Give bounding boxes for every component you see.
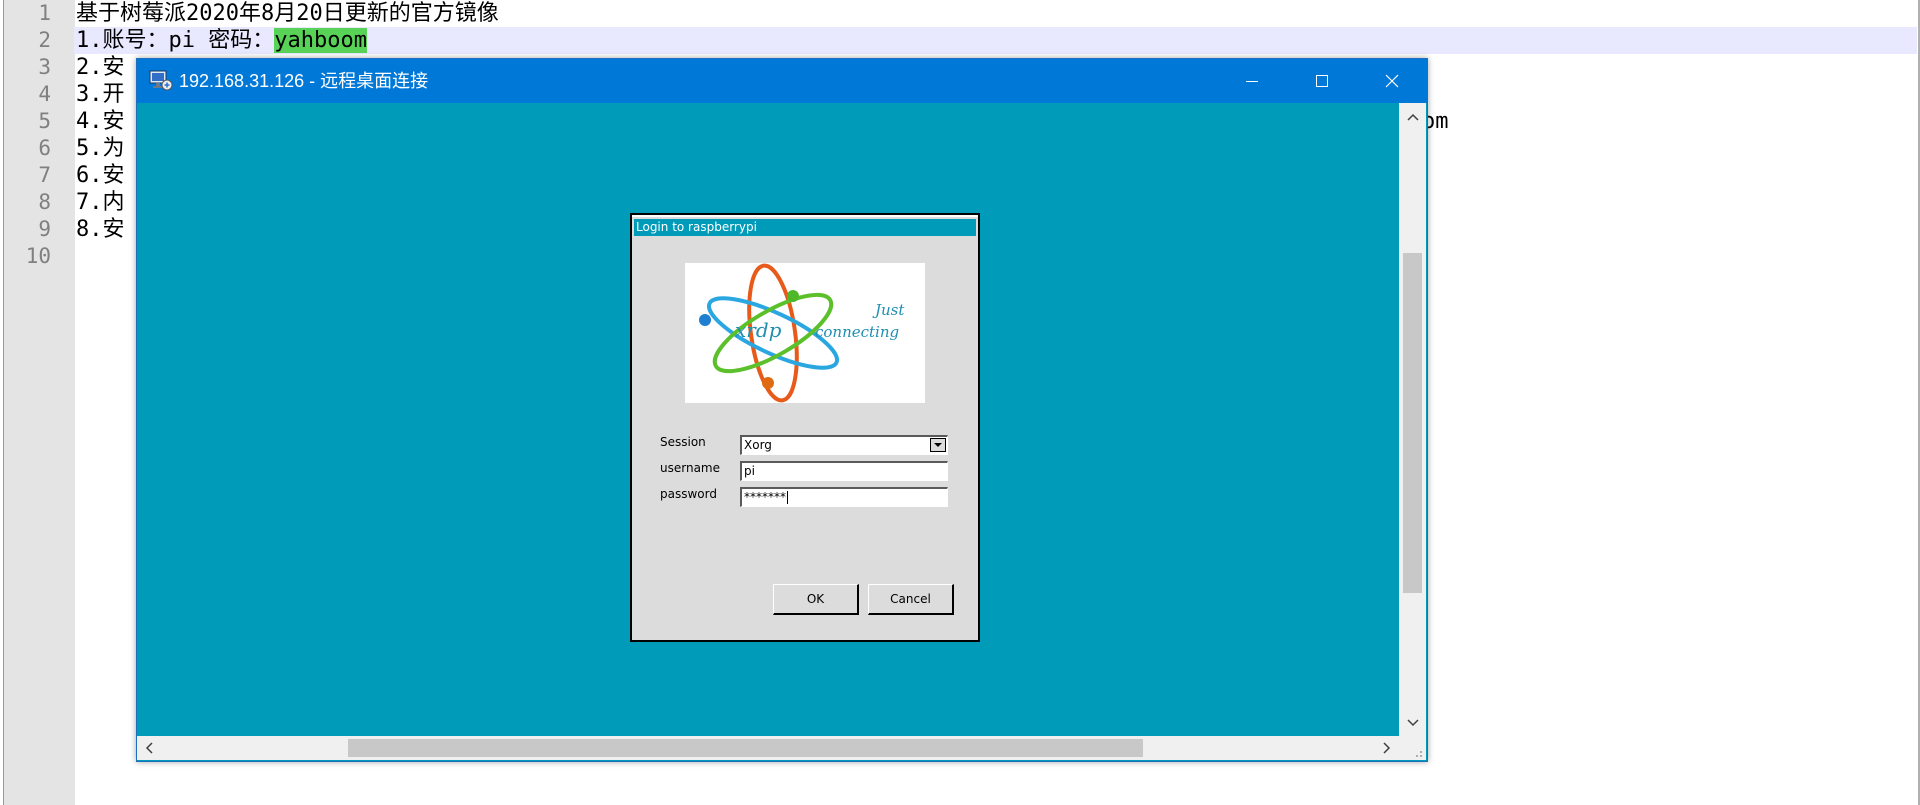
- line-number: 3: [38, 55, 51, 79]
- line-number: 6: [38, 136, 51, 160]
- horizontal-scroll-thumb[interactable]: [348, 739, 1143, 757]
- editor-line[interactable]: 1 基于树莓派2020年8月20日更新的官方镜像: [0, 0, 1920, 27]
- session-label: Session: [660, 435, 706, 449]
- minimize-button[interactable]: [1217, 59, 1287, 103]
- line-text[interactable]: 4.安: [76, 108, 125, 135]
- line-number: 7: [38, 163, 51, 187]
- resize-grip-icon: [1416, 751, 1422, 757]
- scroll-down-button[interactable]: [1399, 709, 1426, 736]
- logo-tagline-just: Just: [875, 301, 905, 319]
- line-text[interactable]: 2.安: [76, 54, 125, 81]
- line-text-prefix: 1.账号：pi 密码：: [76, 28, 275, 53]
- desktop: 1 基于树莓派2020年8月20日更新的官方镜像 2 1.账号：pi 密码：ya…: [0, 0, 1920, 805]
- line-text[interactable]: 基于树莓派2020年8月20日更新的官方镜像: [76, 0, 499, 27]
- resize-grip[interactable]: [1399, 736, 1426, 760]
- xrdp-brand-text: xrdp: [735, 318, 782, 342]
- search-highlight: yahboom: [274, 28, 367, 53]
- vertical-scrollbar[interactable]: [1399, 103, 1426, 736]
- editor-line[interactable]: 2 1.账号：pi 密码：yahboom: [0, 27, 1920, 54]
- line-text[interactable]: 1.账号：pi 密码：yahboom: [76, 27, 367, 54]
- remote-desktop-icon: [149, 69, 173, 91]
- cancel-button[interactable]: Cancel: [868, 584, 954, 615]
- line-number: 8: [38, 190, 51, 214]
- close-button[interactable]: [1357, 59, 1427, 103]
- chevron-left-icon: [145, 742, 153, 754]
- scroll-right-button[interactable]: [1375, 736, 1399, 760]
- scroll-up-button[interactable]: [1399, 103, 1426, 130]
- chevron-down-icon: [1406, 718, 1419, 726]
- vertical-scroll-thumb[interactable]: [1403, 253, 1422, 593]
- xrdp-logo: xrdp Just connecting: [685, 263, 925, 403]
- password-label: password: [660, 487, 717, 501]
- chevron-right-icon: [1383, 742, 1391, 754]
- window-title: 192.168.31.126 - 远程桌面连接: [179, 71, 429, 91]
- username-input[interactable]: pi: [740, 461, 948, 481]
- line-number: 10: [25, 244, 51, 268]
- window-titlebar[interactable]: 192.168.31.126 - 远程桌面连接: [137, 59, 1427, 103]
- line-text[interactable]: 3.开: [76, 81, 125, 108]
- dialog-highlight: [632, 215, 978, 217]
- triangle-down-icon: [934, 443, 942, 447]
- session-selected-value: Xorg: [744, 438, 772, 452]
- line-number: 5: [38, 109, 51, 133]
- horizontal-scrollbar[interactable]: [137, 736, 1399, 760]
- line-text[interactable]: 8.安: [76, 216, 125, 243]
- dialog-title[interactable]: Login to raspberrypi: [634, 219, 976, 236]
- maximize-icon: [1316, 75, 1328, 87]
- line-number: 9: [38, 217, 51, 241]
- line-text[interactable]: 7.内: [76, 189, 125, 216]
- session-select[interactable]: Xorg: [740, 435, 948, 455]
- username-value: pi: [744, 464, 755, 478]
- chevron-up-icon: [1406, 113, 1419, 121]
- line-number: 2: [38, 28, 51, 52]
- logo-tagline-connecting: connecting: [815, 323, 900, 341]
- ok-button[interactable]: OK: [773, 584, 859, 615]
- password-input[interactable]: *******: [740, 487, 948, 507]
- line-text[interactable]: 6.安: [76, 162, 125, 189]
- line-number: 1: [38, 1, 51, 25]
- xrdp-login-dialog[interactable]: Login to raspberrypi xrdp Just connectin…: [630, 213, 980, 642]
- text-cursor: [787, 491, 788, 504]
- username-label: username: [660, 461, 720, 475]
- close-icon: [1385, 74, 1399, 88]
- maximize-button[interactable]: [1287, 59, 1357, 103]
- password-masked-value: *******: [744, 490, 786, 504]
- line-text[interactable]: 5.为: [76, 135, 125, 162]
- line-number: 4: [38, 82, 51, 106]
- scroll-left-button[interactable]: [137, 736, 161, 760]
- minimize-icon: [1246, 81, 1258, 82]
- session-dropdown-button[interactable]: [930, 438, 946, 452]
